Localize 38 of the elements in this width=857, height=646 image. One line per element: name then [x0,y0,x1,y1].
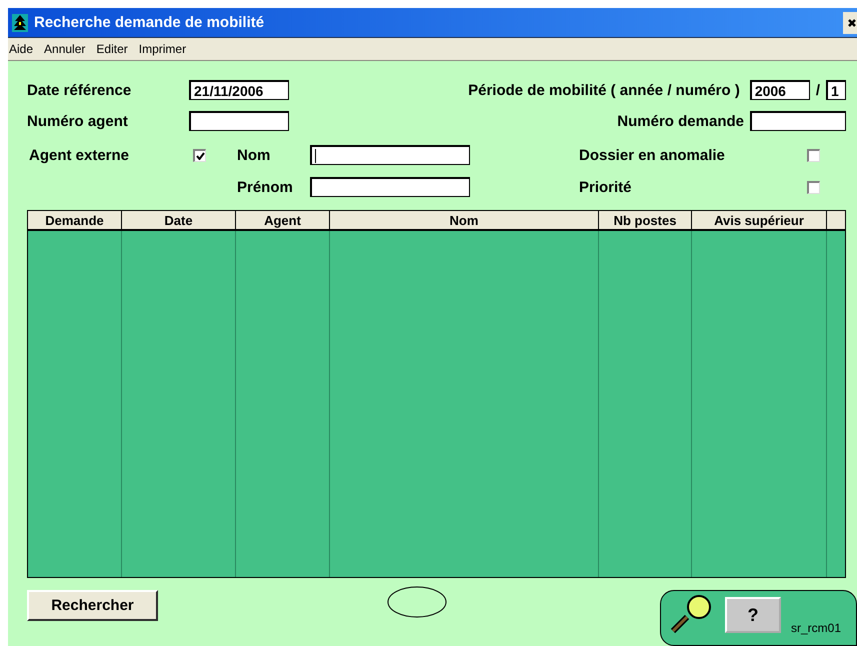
close-icon [847,18,857,28]
field-label: Priorité [579,178,633,196]
column-header[interactable]: Nom [330,211,599,231]
priority-checkbox[interactable] [807,180,820,194]
menu-item[interactable]: Editer [96,42,128,56]
name-field[interactable] [310,145,470,165]
search-button[interactable]: Rechercher [27,590,158,621]
request-number-field[interactable] [750,111,846,131]
field-label: Période de mobilité ( année / numéro ) [468,82,740,98]
column-header[interactable]: Agent [236,211,330,231]
menu-item[interactable]: Annuler [44,42,86,56]
menu-item[interactable]: Imprimer [138,42,186,56]
agent-number-field[interactable] [189,111,289,131]
field-label: Dossier en anomalie [579,146,726,164]
column-header[interactable]: Avis supérieur [692,211,827,231]
date-field[interactable]: 21/11/2006 [189,80,289,100]
screen-code: sr_rcm01 [791,621,842,635]
ellipse-icon [387,586,447,618]
field-label: Numéro demande [617,112,744,130]
anomaly-checkbox[interactable] [807,148,820,162]
menu-item[interactable]: Aide [9,42,34,56]
field-label: Agent externe [29,146,130,164]
field-label: Numéro agent [27,112,129,130]
window-title: Recherche demande de mobilité [34,14,266,32]
number-field[interactable]: 1 [826,80,846,100]
column-header[interactable]: Nb postes [599,211,692,231]
column-header[interactable]: Date [122,211,236,231]
first-name-field[interactable] [310,177,470,197]
field-label: Prénom [237,178,294,196]
column-header[interactable]: Demande [28,211,122,231]
field-label: Nom [237,146,272,164]
tree-icon [12,14,28,32]
help-button[interactable]: ? [725,597,781,633]
separator: / [816,82,820,98]
field-label: Date référence [27,82,132,98]
close-button[interactable] [843,12,857,34]
external-agent-checkbox[interactable] [193,148,206,162]
year-field[interactable]: 2006 [750,80,810,100]
